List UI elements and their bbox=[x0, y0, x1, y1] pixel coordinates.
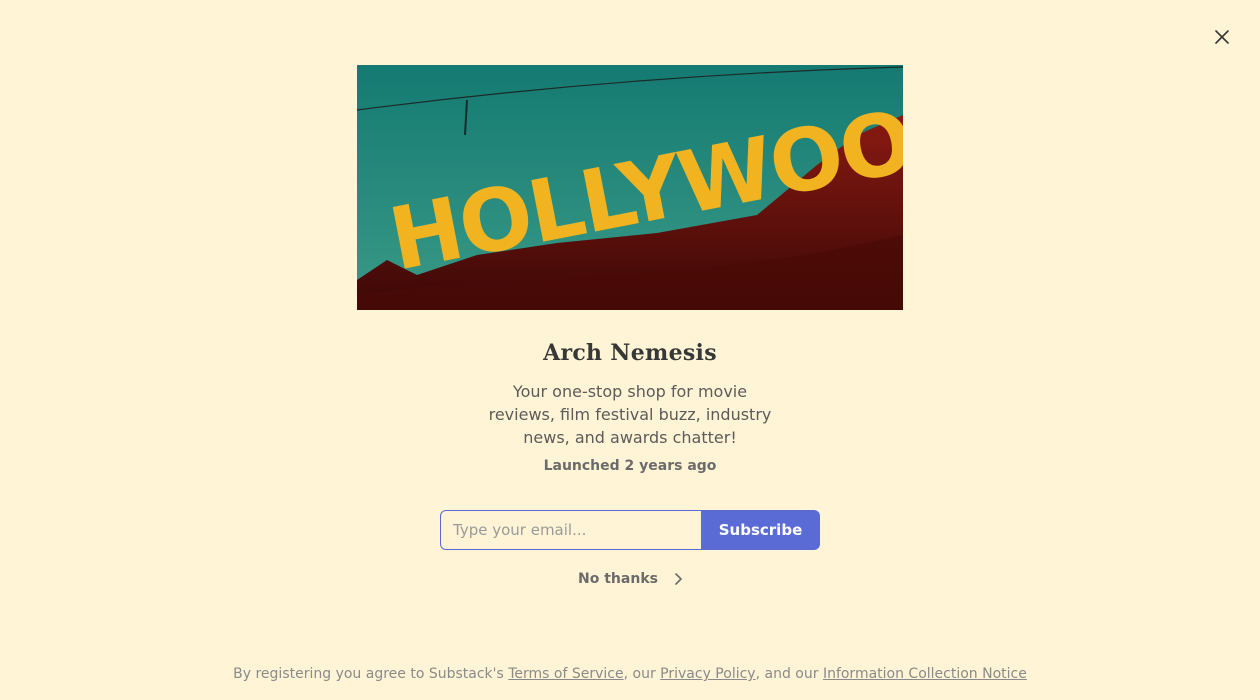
launch-date: Launched 2 years ago bbox=[543, 458, 717, 474]
subscribe-button[interactable]: Subscribe bbox=[701, 510, 820, 550]
close-button[interactable] bbox=[1208, 23, 1236, 51]
footer-prefix: By registering you agree to Substack's bbox=[233, 666, 509, 682]
footer-separator: , our bbox=[623, 666, 661, 682]
legal-footer: By registering you agree to Substack's T… bbox=[0, 666, 1260, 682]
email-input[interactable] bbox=[440, 510, 701, 550]
close-icon bbox=[1215, 30, 1229, 44]
information-collection-notice-link[interactable]: Information Collection Notice bbox=[823, 666, 1027, 682]
chevron-right-icon bbox=[674, 573, 682, 585]
subscribe-form: Subscribe bbox=[440, 510, 820, 550]
privacy-policy-link[interactable]: Privacy Policy bbox=[660, 666, 755, 682]
no-thanks-label: No thanks bbox=[578, 571, 658, 587]
footer-separator: , and our bbox=[755, 666, 823, 682]
no-thanks-button[interactable]: No thanks bbox=[0, 571, 1260, 587]
hero-image: HOLLYWOOD bbox=[357, 65, 903, 310]
publication-description: Your one-stop shop for movie reviews, fi… bbox=[488, 382, 772, 447]
publication-title: Arch Nemesis bbox=[543, 340, 717, 366]
terms-of-service-link[interactable]: Terms of Service bbox=[508, 666, 623, 682]
